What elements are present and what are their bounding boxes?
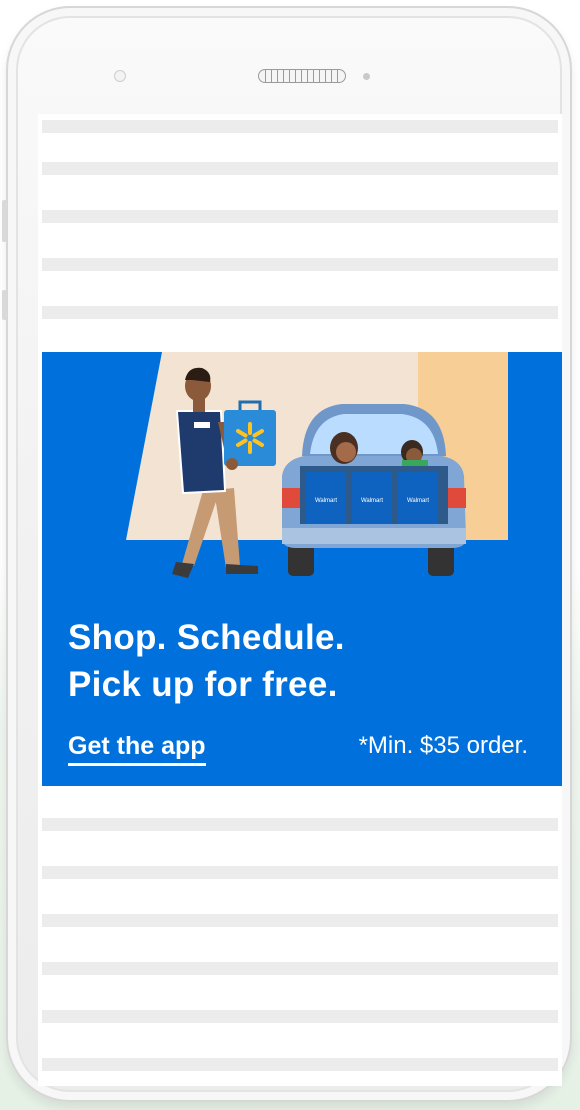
content-placeholder-line xyxy=(42,962,558,975)
content-placeholder-line xyxy=(42,120,558,133)
banner-headline: Shop. Schedule. Pick up for free. xyxy=(68,614,345,708)
car-figure: Walmart Walmart Walmart xyxy=(282,404,466,576)
content-placeholder-line xyxy=(42,914,558,927)
content-placeholder-line xyxy=(42,866,558,879)
headline-line-2: Pick up for free. xyxy=(68,665,338,704)
bag-brand-label: Walmart xyxy=(407,498,429,504)
get-the-app-link[interactable]: Get the app xyxy=(68,730,206,766)
headline-line-1: Shop. Schedule. xyxy=(68,618,345,657)
minimum-order-note: *Min. $35 order. xyxy=(358,732,528,759)
speaker-grille-icon xyxy=(258,69,346,83)
phone-screen: Walmart Walmart Walmart Shop. Schedule. … xyxy=(38,114,562,1086)
sensor-icon xyxy=(363,73,370,80)
content-placeholder-line xyxy=(42,306,558,319)
pickup-illustration: Walmart Walmart Walmart xyxy=(126,352,508,578)
shopping-bag-shape xyxy=(224,410,276,466)
bag-brand-label: Walmart xyxy=(315,498,337,504)
content-placeholder-line xyxy=(42,1010,558,1023)
content-placeholder-line xyxy=(42,1058,558,1071)
content-placeholder-line xyxy=(42,162,558,175)
phone-frame: Walmart Walmart Walmart Shop. Schedule. … xyxy=(6,6,572,1102)
content-placeholder-line xyxy=(42,258,558,271)
front-camera-icon xyxy=(114,70,126,82)
side-button xyxy=(2,290,7,320)
content-placeholder-line xyxy=(42,818,558,831)
content-placeholder-line xyxy=(42,210,558,223)
pickup-promo-banner[interactable]: Walmart Walmart Walmart Shop. Schedule. … xyxy=(42,352,562,786)
volume-button xyxy=(2,200,7,242)
bag-brand-label: Walmart xyxy=(361,498,383,504)
